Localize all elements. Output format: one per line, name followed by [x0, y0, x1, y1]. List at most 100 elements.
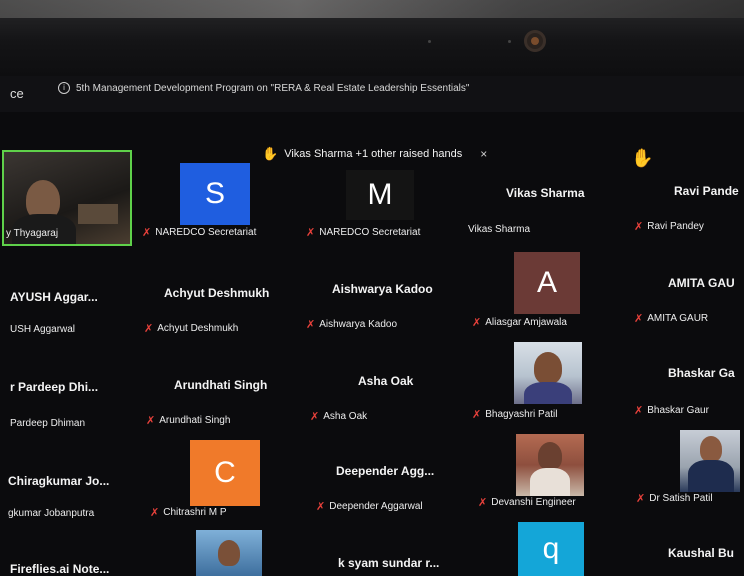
participant-display-name: Ravi Pande	[674, 184, 739, 198]
participant-display-name: Fireflies.ai Note...	[10, 562, 110, 576]
background-object	[78, 204, 118, 224]
participant-name-tag: ✗ Arundhati Singh	[146, 414, 230, 427]
sensor-dot	[508, 40, 511, 43]
participant-avatar: S	[180, 163, 250, 225]
raised-hands-banner[interactable]: ✋ Vikas Sharma +1 other raised hands ×	[262, 146, 487, 162]
participant-name-tag: ✗ NAREDCO Secretariat	[142, 226, 256, 239]
avatar-letter: C	[214, 456, 236, 489]
participant-name-tag: Vikas Sharma	[468, 224, 530, 235]
info-icon[interactable]: i	[58, 82, 70, 94]
participant-avatar: C	[190, 440, 260, 506]
webcam-icon	[524, 30, 546, 52]
participant-name: Bhaskar Gaur	[647, 405, 709, 416]
mic-off-icon: ✗	[146, 415, 156, 427]
participant-name: y Thyagaraj	[6, 228, 59, 239]
participant-display-name: Chiragkumar Jo...	[8, 474, 110, 488]
meeting-topbar: ce i 5th Management Development Program …	[0, 76, 744, 112]
participant-display-name: AYUSH Aggar...	[10, 290, 98, 304]
avatar-letter: q	[542, 532, 560, 565]
participant-avatar: M	[346, 170, 414, 220]
mic-off-icon: ✗	[634, 313, 644, 325]
participant-display-name: Arundhati Singh	[174, 378, 268, 392]
mic-off-icon: ✗	[472, 409, 482, 421]
participant-display-name: Asha Oak	[358, 374, 414, 388]
participant-body	[688, 460, 734, 492]
mic-off-icon: ✗	[310, 411, 320, 423]
participant-avatar: A	[514, 252, 580, 314]
participant-name-tag: ✗ Deepender Aggarwal	[316, 500, 423, 513]
participant-body	[524, 382, 572, 404]
participant-avatar: q	[518, 522, 584, 576]
mic-off-icon: ✗	[306, 227, 316, 239]
participant-name-tag: ✗ Chitrashri M P	[150, 506, 227, 519]
participant-name: Pardeep Dhiman	[10, 418, 86, 429]
participant-name-tag: ✗ Asha Oak	[310, 410, 367, 423]
participant-photo	[516, 434, 584, 496]
mic-off-icon: ✗	[142, 227, 152, 239]
participant-display-name: Vikas Sharma	[506, 186, 585, 200]
avatar-letter: M	[367, 178, 393, 211]
mic-off-icon: ✗	[634, 221, 644, 233]
participant-name: Asha Oak	[323, 411, 368, 422]
participant-name: Chitrashri M P	[163, 507, 227, 518]
participant-name: Arundhati Singh	[159, 415, 231, 426]
participant-name-tag: ✗ Bhaskar Gaur	[634, 404, 709, 417]
mic-off-icon: ✗	[144, 323, 154, 335]
participant-name: Ravi Pandey	[647, 221, 704, 232]
mic-off-icon: ✗	[634, 405, 644, 417]
participant-name-tag: ✗ Aishwarya Kadoo	[306, 318, 397, 331]
participant-face	[700, 436, 722, 462]
participant-name-tag: ✗ Devanshi Engineer	[478, 496, 576, 509]
participant-display-name: Achyut Deshmukh	[164, 286, 270, 300]
participant-name-tag: ✗ AMITA GAUR	[634, 312, 708, 325]
mic-off-icon: ✗	[316, 501, 326, 513]
participant-name: Vikas Sharma	[468, 224, 531, 235]
participant-name-tag: ✗ NAREDCO Secretariat	[306, 226, 420, 239]
meeting-title: 5th Management Development Program on "R…	[76, 82, 470, 94]
participant-display-name: AMITA GAU	[668, 276, 735, 290]
participant-name-tag: Pardeep Dhiman	[10, 418, 85, 429]
participant-name: Dr Satish Patil	[649, 493, 713, 504]
sensor-dot	[428, 40, 431, 43]
bezel-glare	[0, 0, 744, 18]
avatar-letter: S	[204, 177, 225, 210]
participant-name: NAREDCO Secretariat	[319, 227, 421, 238]
participant-name: Achyut Deshmukh	[157, 323, 239, 334]
participant-name: Devanshi Engineer	[491, 497, 576, 508]
participant-photo	[196, 530, 262, 576]
mic-off-icon: ✗	[150, 507, 160, 519]
participant-display-name: r Pardeep Dhi...	[10, 380, 99, 394]
participant-body	[530, 468, 570, 496]
participant-display-name: Bhaskar Ga	[668, 366, 735, 380]
participant-name: Deepender Aggarwal	[329, 501, 423, 512]
participant-name-tag: ✗ Bhagyashri Patil	[472, 408, 557, 421]
participant-name: NAREDCO Secretariat	[155, 227, 257, 238]
participant-name: USH Aggarwal	[10, 324, 76, 335]
mic-off-icon: ✗	[472, 317, 482, 329]
topbar-left-tab[interactable]: ce	[10, 86, 24, 101]
meeting-info[interactable]: i 5th Management Development Program on …	[58, 82, 469, 94]
participant-display-name: k syam sundar r...	[338, 556, 440, 570]
participant-name: Aishwarya Kadoo	[319, 319, 398, 330]
participant-name: AMITA GAUR	[647, 313, 709, 324]
participant-face	[534, 352, 562, 384]
participant-name-tag: y Thyagaraj	[6, 228, 58, 239]
participant-display-name: Kaushal Bu	[668, 546, 735, 560]
mic-off-icon: ✗	[306, 319, 316, 331]
participant-name-tag: gkumar Jobanputra	[8, 508, 94, 519]
close-icon[interactable]: ×	[480, 147, 487, 161]
participant-name: Bhagyashri Patil	[485, 409, 558, 420]
participant-name-tag: USH Aggarwal	[10, 324, 75, 335]
participant-name: gkumar Jobanputra	[8, 508, 95, 519]
mic-off-icon: ✗	[478, 497, 488, 509]
participant-face	[218, 540, 240, 566]
laptop-bezel	[0, 0, 744, 76]
participant-name-tag: ✗ Achyut Deshmukh	[144, 322, 238, 335]
avatar-letter: A	[536, 266, 557, 299]
participant-photo	[514, 342, 582, 404]
participant-name-tag: ✗ Aliasgar Amjawala	[472, 316, 567, 329]
participant-face	[538, 442, 562, 470]
participant-display-name: Deepender Agg...	[336, 464, 435, 478]
participant-name-tag: ✗ Ravi Pandey	[634, 220, 704, 233]
raised-hands-text: Vikas Sharma +1 other raised hands	[284, 148, 463, 160]
